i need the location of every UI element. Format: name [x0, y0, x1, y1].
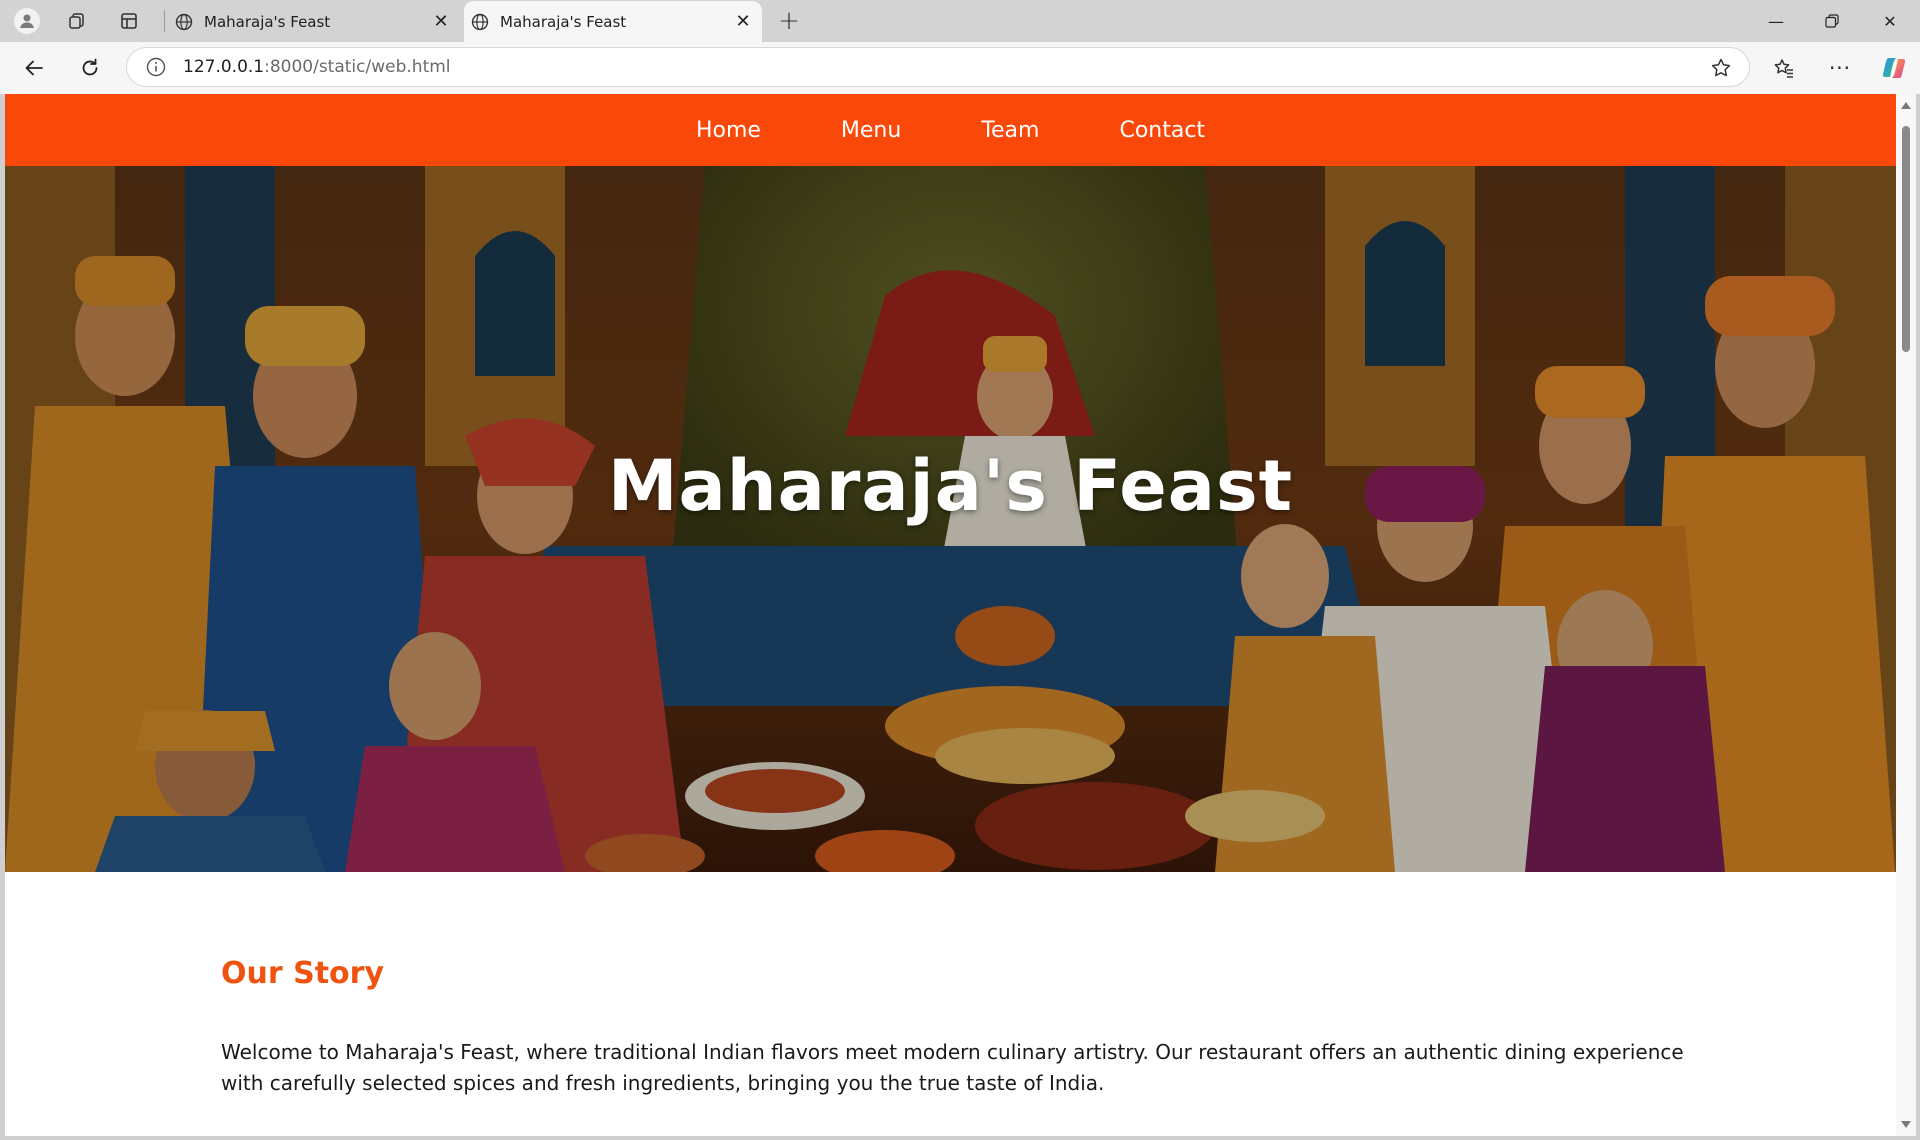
vertical-tabs-icon [121, 13, 137, 29]
close-icon[interactable]: ✕ [730, 9, 756, 35]
profile-icon [14, 8, 40, 34]
workspaces-button[interactable] [62, 6, 92, 36]
scroll-down-icon[interactable] [1901, 1121, 1911, 1128]
profile-button[interactable] [12, 6, 42, 36]
hero-section: Maharaja's Feast [5, 166, 1896, 872]
vertical-tabs-button[interactable] [114, 6, 144, 36]
restore-icon[interactable] [1804, 0, 1860, 42]
our-story-text: Welcome to Maharaja's Feast, where tradi… [221, 1040, 1684, 1095]
workspaces-icon [69, 13, 84, 29]
tab-separator [164, 10, 165, 32]
url-text: 127.0.0.1:8000/static/web.html [183, 57, 451, 77]
address-toolbar: 127.0.0.1:8000/static/web.html ··· [0, 42, 1920, 94]
nav-home-link[interactable]: Home [696, 118, 761, 143]
nav-menu-link[interactable]: Menu [841, 118, 901, 143]
nav-contact-link[interactable]: Contact [1119, 118, 1205, 143]
star-icon[interactable] [1709, 56, 1733, 80]
globe-icon [471, 13, 489, 30]
reload-icon[interactable] [72, 50, 108, 86]
scroll-up-icon[interactable] [1901, 102, 1911, 109]
site-navbar: Home Menu Team Contact [5, 94, 1896, 166]
hero-title: Maharaja's Feast [607, 445, 1294, 527]
info-icon[interactable] [145, 56, 167, 78]
address-bar[interactable]: 127.0.0.1:8000/static/web.html [126, 47, 1750, 87]
tab-title: Maharaja's Feast [204, 12, 331, 31]
page-viewport: Home Menu Team Contact Maharaja's Feast … [5, 94, 1896, 1136]
nav-team-link[interactable]: Team [981, 118, 1039, 143]
tab-title: Maharaja's Feast [500, 12, 627, 31]
tab-active[interactable]: Maharaja's Feast ✕ [464, 1, 762, 42]
globe-icon [175, 13, 193, 30]
tab-strip: Maharaja's Feast ✕ Maharaja's Feast ✕ + … [0, 0, 1920, 42]
page-scrollbar[interactable] [1896, 94, 1916, 1136]
copilot-icon[interactable] [1876, 50, 1912, 86]
our-story-section: Our Story Welcome to Maharaja's Feast, w… [221, 956, 1691, 1099]
tab-inactive[interactable]: Maharaja's Feast ✕ [168, 1, 460, 42]
more-icon[interactable]: ··· [1822, 50, 1858, 86]
close-icon[interactable]: ✕ [428, 9, 454, 35]
url-host: 127.0.0.1 [183, 57, 265, 77]
our-story-heading: Our Story [221, 956, 385, 991]
window-close-icon[interactable]: ✕ [1862, 0, 1918, 42]
favorites-icon[interactable] [1766, 50, 1802, 86]
back-arrow-icon[interactable] [16, 50, 52, 86]
minimize-icon[interactable]: — [1748, 0, 1804, 42]
url-path: :8000/static/web.html [264, 57, 451, 77]
plus-icon[interactable]: + [774, 6, 804, 36]
scrollbar-thumb[interactable] [1902, 126, 1910, 352]
